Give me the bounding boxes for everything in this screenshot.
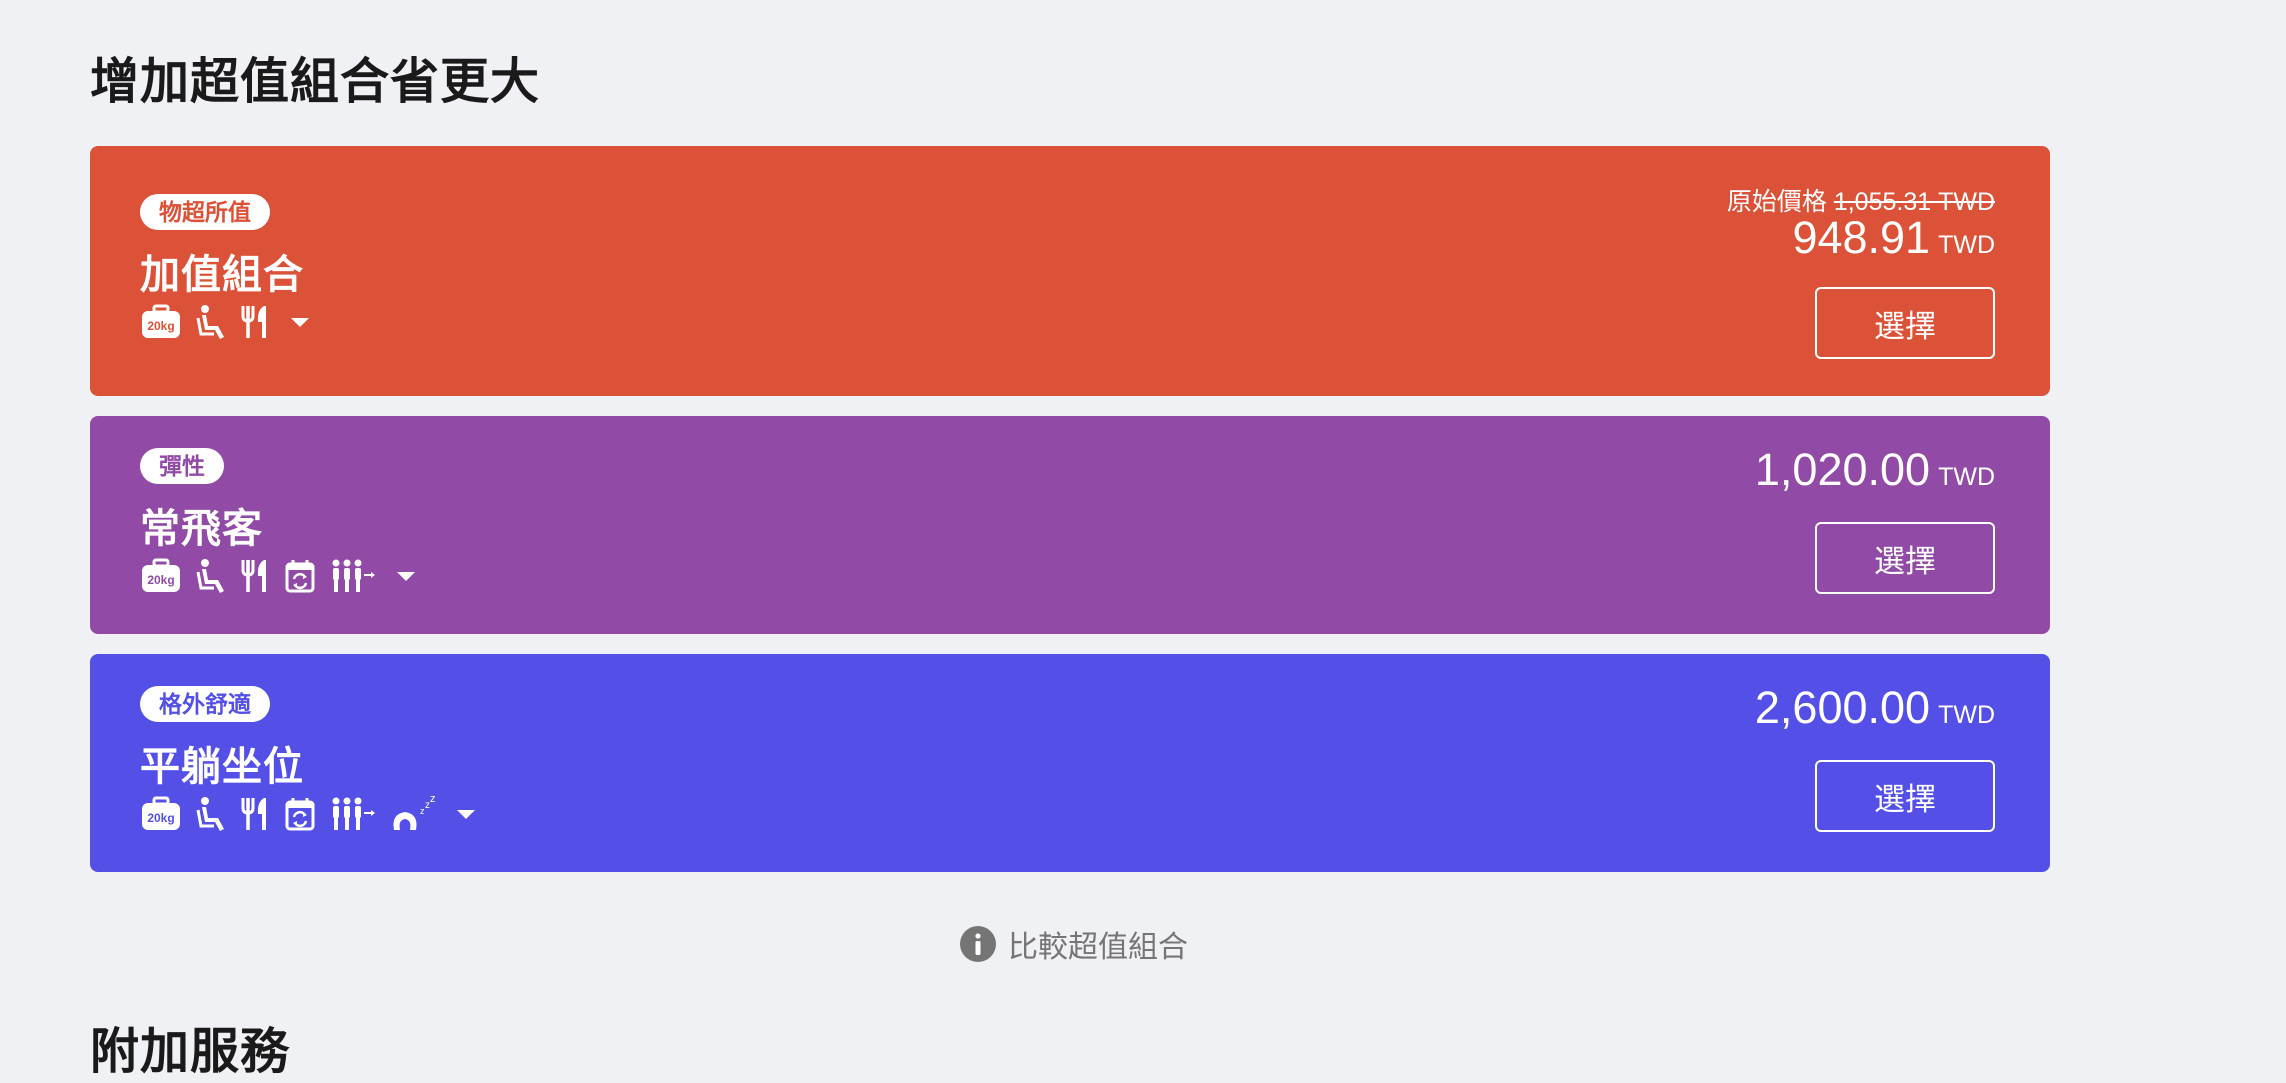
bundle-name: 平躺坐位 xyxy=(140,745,304,789)
bundle-price: 2,600.00 TWD xyxy=(1754,682,1995,733)
compare-bundles-label: 比較超值組合 xyxy=(1008,931,1188,964)
expand-chevron-icon[interactable] xyxy=(394,569,418,583)
priority-boarding-icon xyxy=(330,558,376,594)
bundle-tag: 物超所值 xyxy=(140,194,270,230)
seat-icon xyxy=(196,304,226,340)
bundle-tag: 格外舒適 xyxy=(140,686,270,722)
flight-change-icon xyxy=(284,558,316,594)
baggage-20kg-icon: 20kg xyxy=(140,796,182,832)
bundle-card-frequent-flyer: 彈性 常飛客 20kg 1,020.00 TWD 選擇 xyxy=(90,416,2050,634)
select-button[interactable]: 選擇 xyxy=(1815,760,1995,832)
bundle-features: 20kg xyxy=(140,792,492,836)
svg-text:20kg: 20kg xyxy=(147,319,174,333)
bundle-tag: 彈性 xyxy=(140,448,224,484)
baggage-20kg-icon: 20kg xyxy=(140,558,182,594)
bundle-price: 1,020.00 TWD xyxy=(1754,444,1995,495)
bundle-price: 948.91 TWD xyxy=(1792,212,1995,263)
seat-icon xyxy=(196,796,226,832)
seat-icon xyxy=(196,558,226,594)
expand-chevron-icon[interactable] xyxy=(288,315,312,329)
comfort-kit-icon: z z z xyxy=(390,796,436,832)
section-title-add-ons: 附加服務 xyxy=(90,1025,291,1079)
select-button[interactable]: 選擇 xyxy=(1815,287,1995,359)
svg-text:20kg: 20kg xyxy=(147,811,174,825)
svg-text:z: z xyxy=(430,796,436,805)
select-button[interactable]: 選擇 xyxy=(1815,522,1995,594)
bundle-name: 常飛客 xyxy=(140,507,263,551)
bundle-card-value-pack: 物超所值 加值組合 20kg 原始價格 1,055.31 TWD 948.91 … xyxy=(90,146,2050,396)
compare-bundles-link[interactable]: 比較超值組合 xyxy=(960,922,1188,966)
expand-chevron-icon[interactable] xyxy=(454,807,478,821)
bundle-features: 20kg xyxy=(140,554,432,598)
meal-icon xyxy=(240,796,270,832)
bundle-card-flatbed: 格外舒適 平躺坐位 20kg z z z 2,600.00 TWD 選擇 xyxy=(90,654,2050,872)
info-icon xyxy=(960,926,996,962)
bundle-name: 加值組合 xyxy=(140,253,304,297)
priority-boarding-icon xyxy=(330,796,376,832)
baggage-20kg-icon: 20kg xyxy=(140,304,182,340)
svg-text:20kg: 20kg xyxy=(147,573,174,587)
page-title: 增加超值組合省更大 xyxy=(90,55,541,109)
meal-icon xyxy=(240,558,270,594)
bundle-features: 20kg xyxy=(140,300,326,344)
flight-change-icon xyxy=(284,796,316,832)
meal-icon xyxy=(240,304,270,340)
